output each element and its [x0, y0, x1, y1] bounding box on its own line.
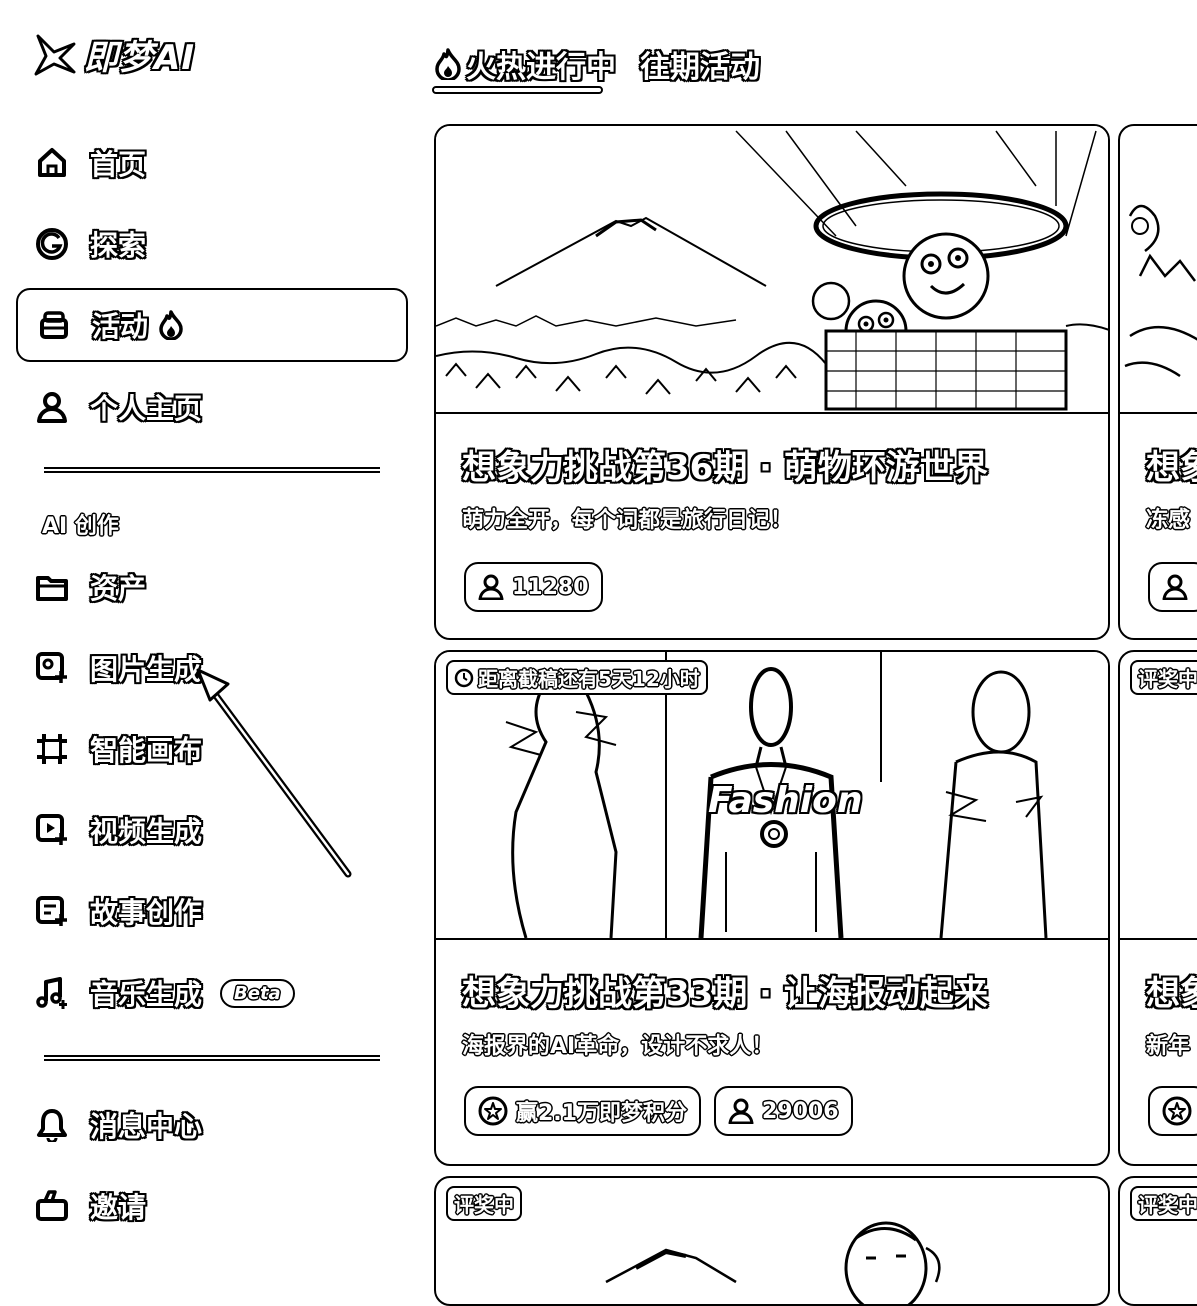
card-subtitle: 萌力全开，每个词都是旅行日记！ — [462, 508, 793, 533]
sidebar-item-messages[interactable]: 消息中心 — [16, 1088, 408, 1162]
reward-icon — [478, 1096, 508, 1126]
sidebar-item-profile[interactable]: 个人主页 — [16, 370, 408, 444]
logo-text: 即梦AI — [84, 38, 195, 78]
sidebar-item-label: 首页 — [90, 148, 147, 181]
annotation-arrow — [196, 668, 352, 878]
music-icon — [34, 975, 70, 1011]
status-text: 评奖中 — [1138, 667, 1197, 691]
tab-label: 往期活动 — [640, 50, 760, 85]
bell-icon — [34, 1107, 70, 1143]
user-icon — [728, 1098, 754, 1124]
reward-pill — [1148, 1086, 1197, 1136]
sidebar-item-label: 资产 — [90, 572, 147, 605]
fire-icon — [434, 48, 462, 80]
participants-pill — [1148, 562, 1197, 612]
fire-icon — [158, 310, 184, 340]
participants-pill: 29006 — [714, 1086, 853, 1136]
sidebar-item-activity[interactable]: 活动 — [16, 288, 408, 362]
sidebar-item-label: 图片生成 — [90, 653, 203, 686]
card-image — [1120, 126, 1197, 414]
video-gen-icon — [34, 812, 70, 848]
card-image: Fashion — [436, 652, 1108, 940]
status-text: 评奖中 — [1138, 1193, 1197, 1217]
reward-text: 赢2.1万即梦积分 — [516, 1101, 687, 1126]
explore-icon — [34, 226, 70, 262]
sidebar-item-home[interactable]: 首页 — [16, 126, 408, 200]
card-title: 想象力挑战第33期 · 让海报动起来 — [462, 974, 988, 1014]
sidebar-item-label: 个人主页 — [90, 392, 203, 425]
participants-count: 11280 — [512, 574, 589, 600]
sidebar-item-label: 消息中心 — [90, 1110, 203, 1143]
user-icon — [34, 389, 70, 425]
sidebar-item-assets[interactable]: 资产 — [16, 550, 408, 624]
sidebar-item-label: 故事创作 — [90, 896, 203, 929]
participants-pill: 11280 — [464, 562, 603, 612]
card-title: 想象 — [1146, 974, 1197, 1014]
status-badge: 评奖中 — [446, 1186, 522, 1221]
card-title: 想象力挑战第36期 · 萌物环游世界 — [462, 448, 988, 488]
status-badge: 评奖中 — [1130, 1186, 1197, 1221]
activity-card[interactable]: 评奖中 — [434, 1176, 1110, 1306]
card-subtitle: 冻感 — [1146, 508, 1191, 533]
activity-card-partial[interactable]: 想象 冻感 — [1118, 124, 1197, 640]
sidebar-item-music[interactable]: 音乐生成 Beta — [16, 956, 408, 1030]
canvas-icon — [34, 731, 70, 767]
sidebar-item-invite[interactable]: 邀请 — [16, 1169, 408, 1243]
activity-card[interactable]: Fashion 距离截稿还有5天12小时 想象力挑战第33期 · 让海报动起来 … — [434, 650, 1110, 1166]
reward-icon — [1162, 1096, 1192, 1126]
user-icon — [1162, 574, 1188, 600]
story-icon — [34, 893, 70, 929]
card-subtitle: 新年 — [1146, 1034, 1191, 1059]
activity-card-partial[interactable]: 评奖中 — [1118, 1176, 1197, 1306]
sidebar-item-label: 邀请 — [90, 1191, 147, 1224]
sidebar-divider — [44, 1055, 380, 1061]
beta-badge: Beta — [220, 978, 295, 1008]
sidebar-item-label: 音乐生成 — [90, 978, 203, 1011]
sidebar-item-label: 探索 — [90, 229, 147, 262]
tab-active-indicator — [432, 86, 603, 94]
tab-label: 火热进行中 — [466, 50, 616, 85]
app-logo[interactable]: 即梦AI — [32, 30, 195, 79]
logo-icon — [34, 34, 76, 75]
tab-past[interactable]: 往期活动 — [640, 42, 760, 86]
status-text: 评奖中 — [454, 1193, 514, 1217]
card-subtitle: 海报界的AI革命，设计不求人！ — [462, 1034, 774, 1059]
card-image — [436, 126, 1108, 414]
folder-icon — [34, 569, 70, 605]
reward-pill: 赢2.1万即梦积分 — [464, 1086, 701, 1136]
poster-text: Fashion — [708, 780, 863, 821]
sidebar-section-title: AI 创作 — [42, 514, 119, 539]
sidebar-divider — [44, 467, 380, 473]
status-badge: 评奖中 — [1130, 660, 1197, 695]
deadline-badge: 距离截稿还有5天12小时 — [446, 660, 708, 695]
activity-icon — [36, 307, 72, 343]
image-gen-icon — [34, 650, 70, 686]
clock-icon — [454, 668, 474, 688]
sidebar-item-explore[interactable]: 探索 — [16, 207, 408, 281]
activity-card-partial[interactable]: 评奖中 想象 新年 — [1118, 650, 1197, 1166]
user-icon — [478, 574, 504, 600]
card-image — [436, 1178, 1108, 1304]
tab-ongoing[interactable]: 火热进行中 — [434, 42, 616, 86]
activity-card[interactable]: 想象力挑战第36期 · 萌物环游世界 萌力全开，每个词都是旅行日记！ 11280 — [434, 124, 1110, 640]
sidebar-item-label: 智能画布 — [90, 734, 203, 767]
card-image — [1120, 652, 1197, 940]
invite-icon — [34, 1188, 70, 1224]
sidebar-item-label: 视频生成 — [90, 815, 203, 848]
home-icon — [34, 145, 70, 181]
card-title: 想象 — [1146, 448, 1197, 488]
participants-count: 29006 — [762, 1098, 839, 1124]
sidebar-item-label: 活动 — [92, 310, 149, 343]
deadline-text: 距离截稿还有5天12小时 — [478, 667, 700, 691]
